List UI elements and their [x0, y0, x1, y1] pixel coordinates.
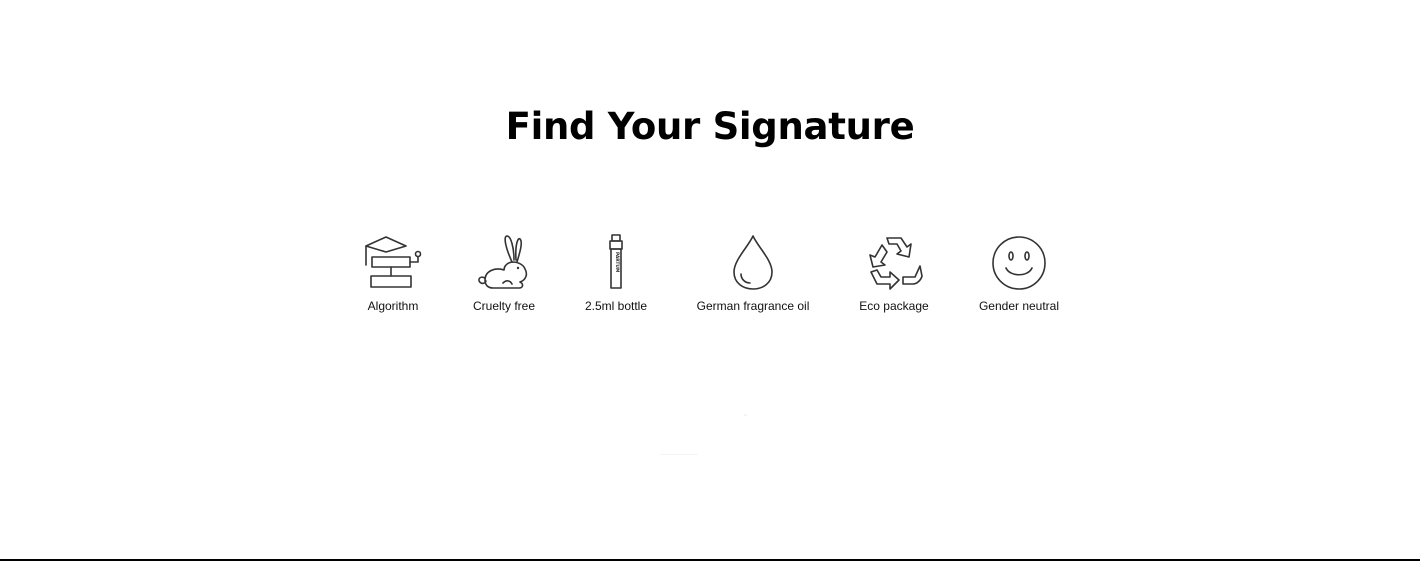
divider: [660, 454, 698, 455]
svg-text:PARTUM: PARTUM: [614, 252, 620, 272]
feature-label: Gender neutral: [978, 299, 1060, 313]
feature-gender-neutral: Gender neutral: [929, 232, 1109, 314]
spray-vial-icon: PARTUM: [585, 232, 647, 294]
drop-icon: [722, 232, 784, 294]
divider: [744, 414, 747, 416]
smiley-icon: [988, 232, 1050, 294]
bottom-border: [0, 559, 1420, 561]
page-title: Find Your Signature: [505, 105, 915, 148]
recycle-icon: [863, 232, 925, 294]
